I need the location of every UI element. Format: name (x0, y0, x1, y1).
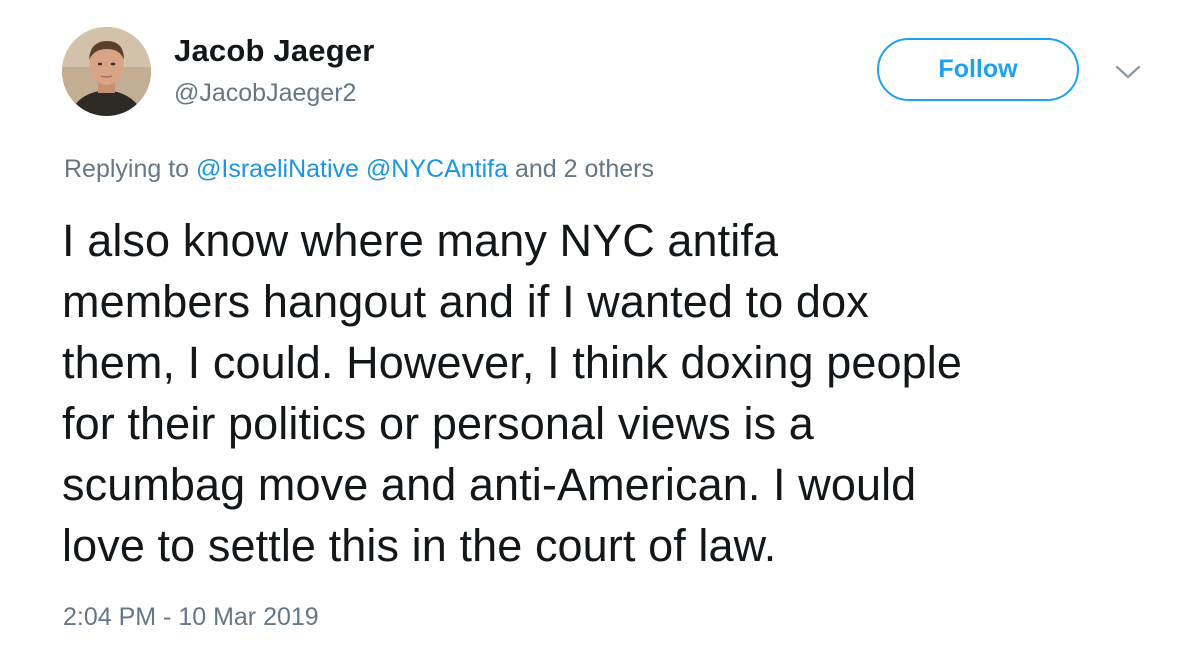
more-options-button[interactable] (1113, 60, 1143, 84)
user-avatar-icon (62, 27, 151, 116)
tweet-card: Jacob Jaeger @JacobJaeger2 Follow Replyi… (0, 0, 1200, 648)
tweet-timestamp[interactable]: 2:04 PM - 10 Mar 2019 (63, 603, 319, 632)
replying-to-label: Replying to (64, 155, 190, 183)
replying-to-line: Replying to @IsraeliNative @NYCAntifa an… (64, 155, 654, 184)
mention-link[interactable]: @IsraeliNative (196, 155, 359, 183)
replying-to-others[interactable]: and 2 others (515, 155, 654, 183)
tweet-text-line: for their politics or personal views is … (62, 398, 814, 449)
author-handle[interactable]: @JacobJaeger2 (174, 79, 356, 108)
author-avatar[interactable] (62, 27, 151, 116)
tweet-text-line: them, I could. However, I think doxing p… (62, 337, 963, 388)
tweet-text: I also know where many NYC antifa member… (62, 210, 1172, 576)
tweet-text-line: members hangout and if I wanted to dox (62, 276, 869, 327)
follow-button[interactable]: Follow (877, 38, 1079, 101)
mention-link[interactable]: @NYCAntifa (366, 155, 508, 183)
chevron-down-icon (1115, 65, 1141, 79)
tweet-text-line: I also know where many NYC antifa (62, 215, 779, 266)
tweet-text-line: love to settle this in the court of law. (62, 520, 777, 571)
tweet-text-line: scumbag move and anti-American. I would (62, 459, 917, 510)
author-name[interactable]: Jacob Jaeger (174, 33, 375, 69)
